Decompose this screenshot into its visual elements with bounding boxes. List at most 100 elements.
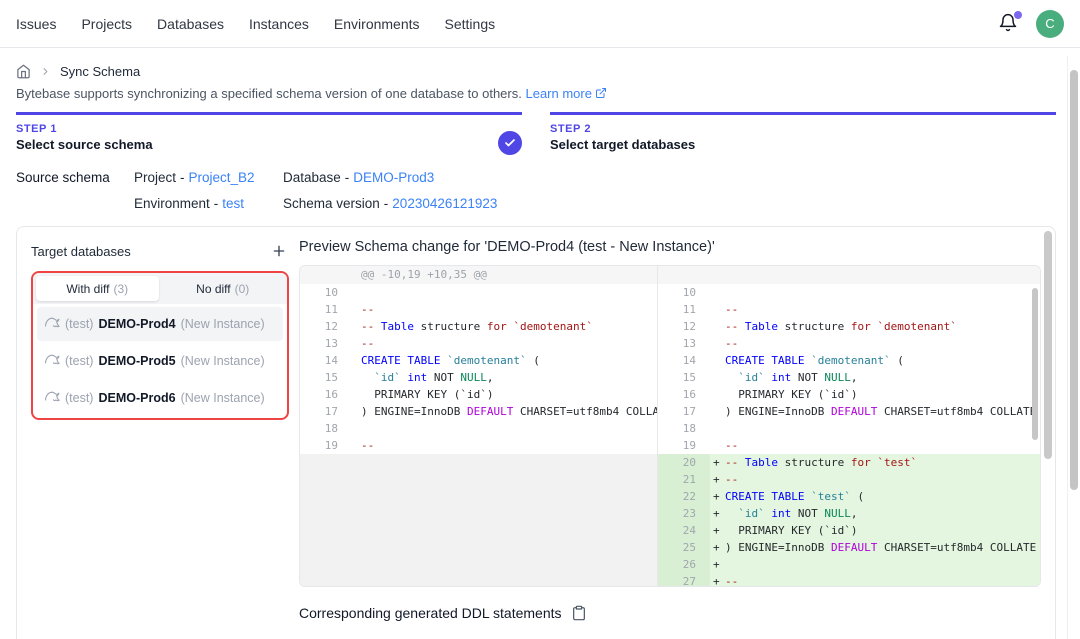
- project-link[interactable]: Project_B2: [189, 170, 255, 185]
- card-scrollbar[interactable]: [1044, 231, 1052, 459]
- diff-row: 19--: [658, 437, 1040, 454]
- line-number: 11: [658, 301, 710, 318]
- added-line-marker: +: [710, 539, 725, 556]
- avatar[interactable]: C: [1036, 10, 1064, 38]
- diff-row: 14CREATE TABLE `demotenant` (: [658, 352, 1040, 369]
- diff-row: 17) ENGINE=InnoDB DEFAULT CHARSET=utf8mb…: [300, 403, 657, 420]
- db-suffix: (New Instance): [181, 354, 265, 368]
- code-line: + PRIMARY KEY (`id`): [710, 522, 1040, 539]
- line-number: 24: [658, 522, 710, 539]
- line-number: 10: [300, 284, 352, 301]
- code-line: [352, 284, 657, 301]
- diff-row: 13--: [300, 335, 657, 352]
- mysql-icon: [44, 389, 60, 408]
- db-suffix: (New Instance): [181, 317, 265, 331]
- db-suffix: (New Instance): [181, 391, 265, 405]
- code-line: [710, 284, 1040, 301]
- source-schema-label: Source schema: [16, 170, 134, 211]
- learn-more-link[interactable]: Learn more: [525, 86, 591, 101]
- nav-item-projects[interactable]: Projects: [81, 16, 132, 32]
- diff-row-added: 25+) ENGINE=InnoDB DEFAULT CHARSET=utf8m…: [658, 539, 1040, 556]
- source-schema-summary: Source schema Project-Project_B2 Environ…: [16, 170, 1056, 211]
- separator: -: [384, 196, 389, 211]
- notifications-button[interactable]: [998, 13, 1020, 35]
- nav-item-instances[interactable]: Instances: [249, 16, 309, 32]
- added-line-marker: +: [710, 522, 725, 539]
- tab-no-diff-count: (0): [235, 282, 250, 296]
- copy-icon[interactable]: [571, 605, 587, 621]
- db-name: DEMO-Prod6: [98, 391, 175, 405]
- nav-item-databases[interactable]: Databases: [157, 16, 224, 32]
- step-2: STEP 2 Select target databases: [550, 112, 1056, 152]
- line-number: 22: [658, 488, 710, 505]
- diff-hunk-header: @@ -10,19 +10,35 @@: [300, 266, 657, 284]
- diff-row: 10: [300, 284, 657, 301]
- step-2-label: STEP 2: [550, 123, 1056, 135]
- line-number: 12: [300, 318, 352, 335]
- external-link-icon: [592, 86, 607, 101]
- diff-hunk-header-spacer: [658, 266, 1040, 284]
- step-2-title: Select target databases: [550, 137, 1056, 152]
- line-number: 23: [658, 505, 710, 522]
- top-navigation-bar: Issues Projects Databases Instances Envi…: [0, 0, 1080, 48]
- diff-row: 10: [658, 284, 1040, 301]
- code-line: CREATE TABLE `demotenant` (: [710, 352, 1040, 369]
- source-schema-version-field: Schema version-20230426121923: [283, 196, 497, 211]
- code-line: -- Table structure for `demotenant`: [352, 318, 657, 335]
- schema-version-link[interactable]: 20230426121923: [392, 196, 497, 211]
- diff-editor[interactable]: @@ -10,19 +10,35 @@ 1011--12-- Table str…: [299, 265, 1041, 587]
- schema-change-preview: Preview Schema change for 'DEMO-Prod4 (t…: [299, 239, 1041, 633]
- code-line: --: [710, 301, 1040, 318]
- code-line: --: [710, 335, 1040, 352]
- code-line: PRIMARY KEY (`id`): [710, 386, 1040, 403]
- add-target-database-button[interactable]: [269, 241, 289, 261]
- separator: -: [214, 196, 219, 211]
- line-number: 13: [300, 335, 352, 352]
- mysql-icon: [44, 352, 60, 371]
- diff-row-added: 23+ `id` int NOT NULL,: [658, 505, 1040, 522]
- tab-with-diff-count: (3): [113, 282, 128, 296]
- target-database-item-demo-prod6[interactable]: (test) DEMO-Prod6 (New Instance): [37, 381, 283, 415]
- added-line-marker: +: [710, 488, 725, 505]
- line-number: 14: [658, 352, 710, 369]
- diff-row: 16 PRIMARY KEY (`id`): [300, 386, 657, 403]
- environment-link[interactable]: test: [222, 196, 244, 211]
- code-line: `id` int NOT NULL,: [352, 369, 657, 386]
- added-line-marker: +: [710, 505, 725, 522]
- db-env: (test): [65, 317, 93, 331]
- database-link[interactable]: DEMO-Prod3: [353, 170, 434, 185]
- diff-filter-tabs: With diff (3) No diff (0): [33, 273, 287, 304]
- tab-no-diff[interactable]: No diff (0): [162, 276, 285, 301]
- line-number: 14: [300, 352, 352, 369]
- nav-item-environments[interactable]: Environments: [334, 16, 420, 32]
- code-line: +CREATE TABLE `test` (: [710, 488, 1040, 505]
- step-1-label: STEP 1: [16, 123, 522, 135]
- page-scrollbar-thumb[interactable]: [1070, 70, 1078, 490]
- nav-item-settings[interactable]: Settings: [445, 16, 496, 32]
- nav-item-issues[interactable]: Issues: [16, 16, 56, 32]
- diff-pane-original: @@ -10,19 +10,35 @@ 1011--12-- Table str…: [300, 266, 658, 586]
- line-number: 20: [658, 454, 710, 471]
- diff-row-added: 24+ PRIMARY KEY (`id`): [658, 522, 1040, 539]
- diff-editor-scrollbar[interactable]: [1032, 288, 1038, 440]
- page-scrollbar[interactable]: [1067, 56, 1080, 639]
- diff-row-added: 26+: [658, 556, 1040, 573]
- code-line: ) ENGINE=InnoDB DEFAULT CHARSET=utf8mb4 …: [352, 403, 657, 420]
- code-line: + `id` int NOT NULL,: [710, 505, 1040, 522]
- diff-row: 19--: [300, 437, 657, 454]
- source-environment-field: Environment-test: [134, 196, 283, 211]
- target-database-item-demo-prod5[interactable]: (test) DEMO-Prod5 (New Instance): [37, 344, 283, 378]
- line-number: 19: [300, 437, 352, 454]
- tab-with-diff[interactable]: With diff (3): [36, 276, 159, 301]
- line-number: 11: [300, 301, 352, 318]
- diff-row: 11--: [300, 301, 657, 318]
- code-line: -- Table structure for `demotenant`: [710, 318, 1040, 335]
- bell-icon: [998, 20, 1018, 37]
- preview-title: Preview Schema change for 'DEMO-Prod4 (t…: [299, 239, 1041, 255]
- target-database-item-demo-prod4[interactable]: (test) DEMO-Prod4 (New Instance): [37, 307, 283, 341]
- code-line: +) ENGINE=InnoDB DEFAULT CHARSET=utf8mb4…: [710, 539, 1040, 556]
- diff-row: 13--: [658, 335, 1040, 352]
- line-number: 19: [658, 437, 710, 454]
- diff-left-filler: [300, 454, 657, 586]
- home-icon[interactable]: [16, 64, 31, 79]
